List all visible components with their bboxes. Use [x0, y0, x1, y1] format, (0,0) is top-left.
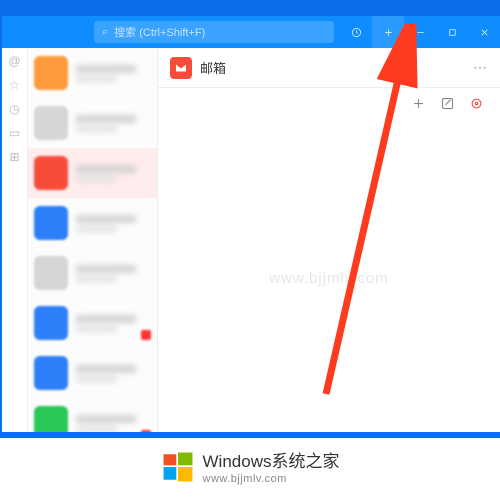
main-area: @ ☆ ◷ ▭ ⊞ 邮箱 ⋯ — [2, 48, 500, 432]
search-icon: ⌕ — [102, 26, 108, 39]
search-placeholder: 搜索 (Ctrl+Shift+F) — [114, 24, 205, 40]
content-pane: 邮箱 ⋯ www.bjjmlv.com — [158, 48, 500, 432]
star-icon[interactable]: ☆ — [9, 78, 20, 92]
iconbar: @ ☆ ◷ ▭ ⊞ — [2, 48, 28, 432]
sidebar-item[interactable] — [28, 248, 157, 298]
folder-icon[interactable]: ▭ — [9, 126, 20, 140]
sidebar-item[interactable] — [28, 398, 157, 432]
watermark-text: www.bjjmlv.com — [269, 270, 389, 287]
app-window: ⌕ 搜索 (Ctrl+Shift+F) @ ☆ ◷ ▭ ⊞ — [2, 16, 500, 432]
sub-toolbar — [158, 88, 500, 124]
footer-brand: Windows系统之家 — [203, 452, 340, 472]
mailbox-title: 邮箱 — [200, 58, 226, 77]
mail-icon — [170, 57, 192, 79]
sidebar-item[interactable] — [28, 98, 157, 148]
minimize-button[interactable] — [404, 16, 436, 48]
settings-button[interactable] — [469, 96, 484, 116]
at-icon[interactable]: @ — [8, 54, 20, 68]
titlebar: ⌕ 搜索 (Ctrl+Shift+F) — [2, 16, 500, 48]
clock-icon[interactable]: ◷ — [9, 102, 19, 116]
maximize-button[interactable] — [436, 16, 468, 48]
windows-logo-icon — [161, 450, 195, 489]
compose-button[interactable] — [440, 96, 455, 116]
footer-branding: Windows系统之家 www.bjjmlv.com — [0, 438, 500, 500]
sidebar-item[interactable] — [28, 198, 157, 248]
sidebar-item[interactable] — [28, 348, 157, 398]
history-button[interactable] — [340, 16, 372, 48]
search-input[interactable]: ⌕ 搜索 (Ctrl+Shift+F) — [94, 21, 334, 43]
content-header: 邮箱 ⋯ — [158, 48, 500, 88]
new-tab-button[interactable] — [372, 16, 404, 48]
sidebar-item[interactable] — [28, 48, 157, 98]
add-button[interactable] — [411, 96, 426, 116]
sidebar-item[interactable] — [28, 148, 157, 198]
sidebar — [28, 48, 158, 432]
box-icon[interactable]: ⊞ — [9, 150, 19, 164]
content-body: www.bjjmlv.com — [158, 124, 500, 432]
more-menu-button[interactable]: ⋯ — [473, 59, 488, 76]
close-button[interactable] — [468, 16, 500, 48]
sidebar-item[interactable] — [28, 298, 157, 348]
footer-url: www.bjjmlv.com — [203, 473, 340, 486]
